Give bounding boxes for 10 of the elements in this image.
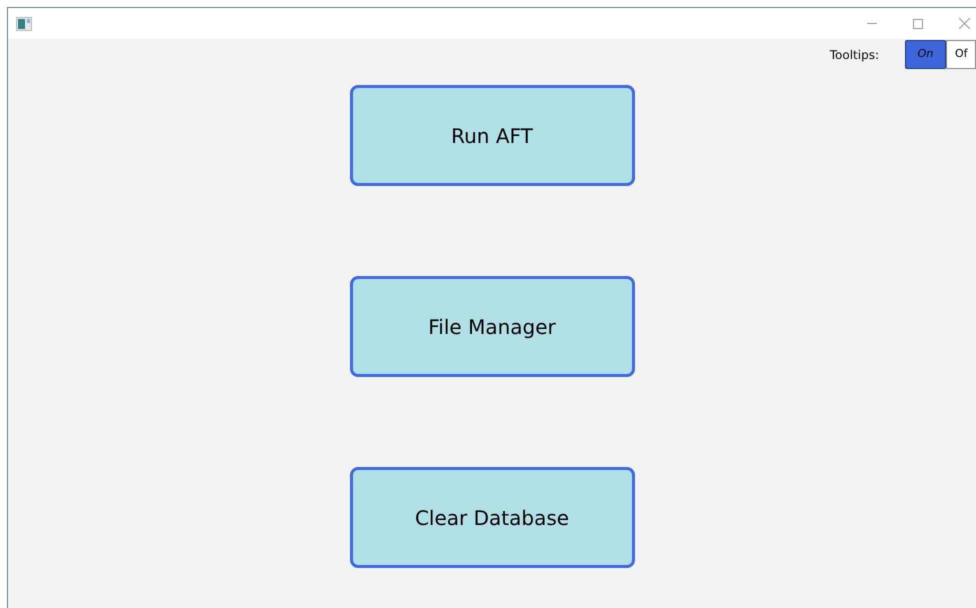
toggle-option[interactable]: Of bbox=[946, 40, 976, 69]
action-button[interactable]: Run AFT bbox=[350, 85, 634, 186]
toggle-option[interactable]: On bbox=[905, 40, 946, 69]
action-button[interactable]: Clear Database bbox=[350, 467, 634, 568]
tooltips-label: Tooltips: bbox=[830, 46, 879, 64]
close-icon[interactable] bbox=[959, 18, 970, 29]
maximize-icon[interactable] bbox=[913, 18, 923, 28]
app-icon bbox=[16, 16, 32, 30]
minimize-icon[interactable] bbox=[867, 22, 877, 24]
action-button[interactable]: File Manager bbox=[350, 276, 634, 377]
